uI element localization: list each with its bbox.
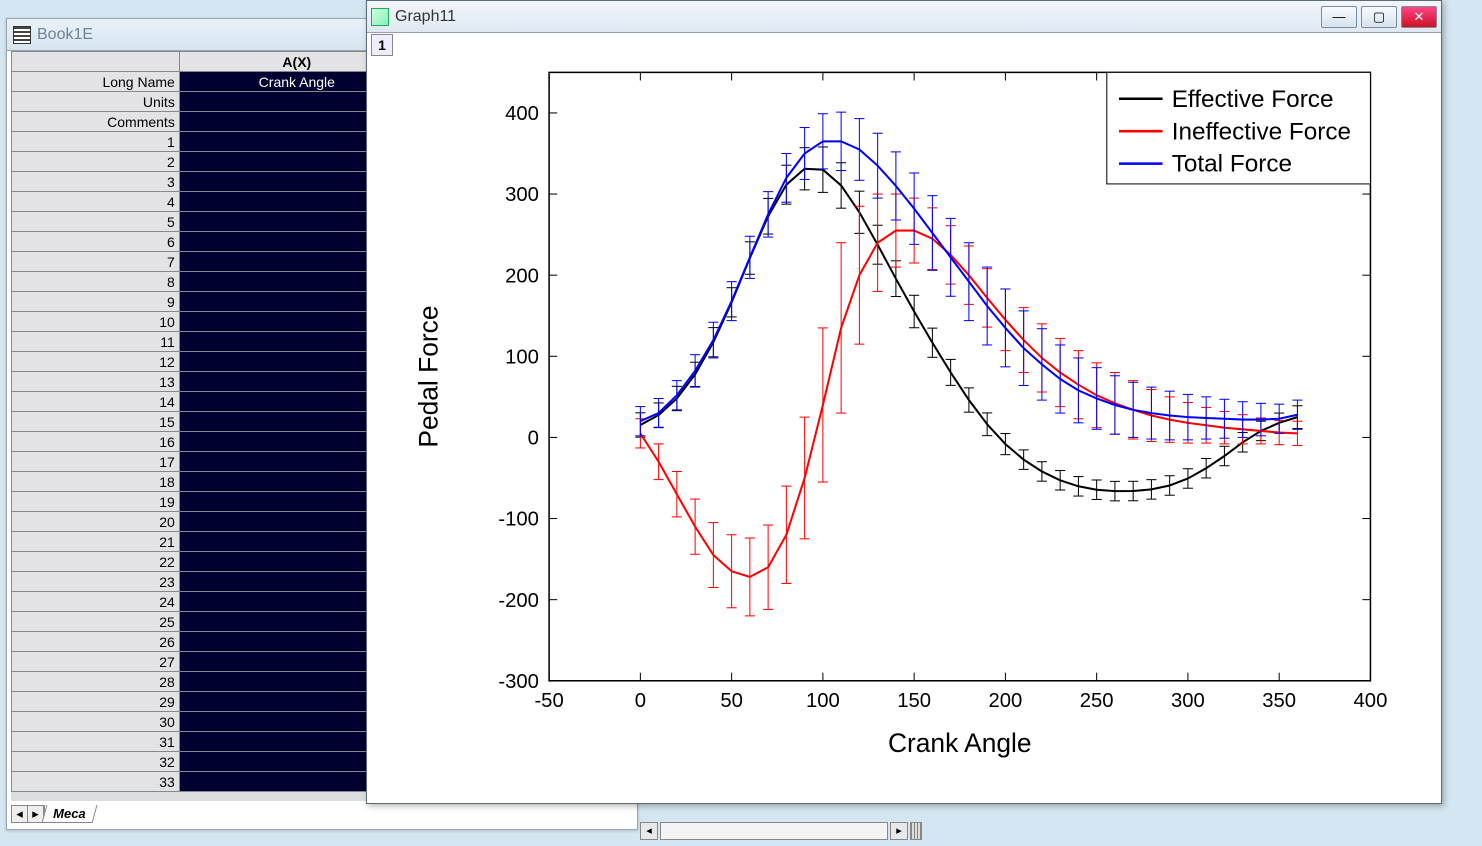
svg-text:150: 150 [897, 690, 931, 712]
svg-text:200: 200 [505, 265, 539, 287]
row-header[interactable]: 19 [12, 492, 180, 512]
row-header[interactable]: 8 [12, 272, 180, 292]
close-button[interactable]: ✕ [1401, 6, 1437, 28]
graph-icon [371, 8, 389, 26]
row-header[interactable]: 5 [12, 212, 180, 232]
chart-svg: -50 0 50 100 150 200 250 300 350 400 -300 -200 -100 0… [397, 41, 1411, 773]
row-header[interactable]: 29 [12, 692, 180, 712]
scroll-track[interactable] [660, 822, 888, 840]
svg-text:-100: -100 [498, 509, 539, 531]
units-row-header[interactable]: Units [12, 92, 180, 112]
graph-title: Graph11 [395, 8, 456, 26]
svg-text:Total Force: Total Force [1172, 151, 1292, 178]
minimize-button[interactable]: — [1321, 6, 1357, 28]
row-header[interactable]: 14 [12, 392, 180, 412]
row-header[interactable]: 6 [12, 232, 180, 252]
graph-window: Graph11 — ▢ ✕ 1 -50 0 50 100 150 200 250 300 350… [366, 0, 1442, 804]
row-header[interactable]: 32 [12, 752, 180, 772]
svg-text:400: 400 [1354, 690, 1388, 712]
row-header[interactable]: 24 [12, 592, 180, 612]
row-header[interactable]: 16 [12, 432, 180, 452]
svg-text:0: 0 [528, 428, 539, 450]
svg-text:-50: -50 [534, 690, 563, 712]
svg-text:Effective Force: Effective Force [1172, 86, 1334, 113]
row-header[interactable]: 15 [12, 412, 180, 432]
svg-text:200: 200 [988, 690, 1022, 712]
svg-text:100: 100 [806, 690, 840, 712]
row-header[interactable]: 25 [12, 612, 180, 632]
resize-grip[interactable] [910, 822, 922, 840]
row-header[interactable]: 20 [12, 512, 180, 532]
row-header[interactable]: 28 [12, 672, 180, 692]
maximize-button[interactable]: ▢ [1361, 6, 1397, 28]
svg-text:Crank Angle: Crank Angle [888, 728, 1032, 758]
maximize-icon: ▢ [1373, 9, 1385, 25]
svg-text:300: 300 [505, 184, 539, 206]
row-header[interactable]: 12 [12, 352, 180, 372]
row-header[interactable]: 22 [12, 552, 180, 572]
row-header[interactable]: 7 [12, 252, 180, 272]
svg-text:-300: -300 [498, 671, 539, 693]
row-header[interactable]: 33 [12, 772, 180, 792]
row-header[interactable]: 1 [12, 132, 180, 152]
row-header[interactable]: 13 [12, 372, 180, 392]
svg-text:Pedal Force: Pedal Force [414, 306, 444, 448]
layer-tab[interactable]: 1 [371, 34, 393, 56]
row-header[interactable]: 10 [12, 312, 180, 332]
svg-text:400: 400 [505, 103, 539, 125]
svg-text:300: 300 [1171, 690, 1205, 712]
corner-cell[interactable] [12, 52, 180, 72]
row-header[interactable]: 26 [12, 632, 180, 652]
row-header[interactable]: 2 [12, 152, 180, 172]
svg-text:Ineffective Force: Ineffective Force [1172, 118, 1351, 145]
sheet-nav: ◂ ▸ [11, 805, 45, 823]
row-header[interactable]: 27 [12, 652, 180, 672]
close-icon: ✕ [1414, 9, 1425, 25]
plot-area[interactable]: -50 0 50 100 150 200 250 300 350 400 -300 -200 -100 0… [397, 41, 1411, 773]
horizontal-scrollbar: ◂ ▸ [640, 822, 922, 840]
graph-titlebar[interactable]: Graph11 — ▢ ✕ [367, 1, 1441, 33]
svg-text:250: 250 [1080, 690, 1114, 712]
row-header[interactable]: 21 [12, 532, 180, 552]
scroll-right-button[interactable]: ▸ [890, 822, 908, 840]
row-header[interactable]: 18 [12, 472, 180, 492]
sheet-nav-prev[interactable]: ◂ [12, 806, 28, 822]
sheet-tabs: ◂ ▸ Meca [11, 803, 95, 825]
row-header[interactable]: 3 [12, 172, 180, 192]
worksheet-title: Book1E [37, 26, 93, 44]
row-header[interactable]: 23 [12, 572, 180, 592]
svg-text:-200: -200 [498, 590, 539, 612]
minimize-icon: — [1333, 9, 1346, 24]
row-header[interactable]: 31 [12, 732, 180, 752]
comments-row-header[interactable]: Comments [12, 112, 180, 132]
svg-text:0: 0 [635, 690, 646, 712]
row-header[interactable]: 17 [12, 452, 180, 472]
svg-text:350: 350 [1262, 690, 1296, 712]
longname-row-header[interactable]: Long Name [12, 72, 180, 92]
svg-text:100: 100 [505, 346, 539, 368]
row-header[interactable]: 30 [12, 712, 180, 732]
row-header[interactable]: 4 [12, 192, 180, 212]
window-buttons: — ▢ ✕ [1321, 6, 1437, 28]
scroll-left-button[interactable]: ◂ [640, 822, 658, 840]
sheet-tab[interactable]: Meca [42, 805, 97, 823]
svg-text:50: 50 [720, 690, 743, 712]
row-header[interactable]: 9 [12, 292, 180, 312]
row-header[interactable]: 11 [12, 332, 180, 352]
worksheet-icon [13, 26, 31, 44]
